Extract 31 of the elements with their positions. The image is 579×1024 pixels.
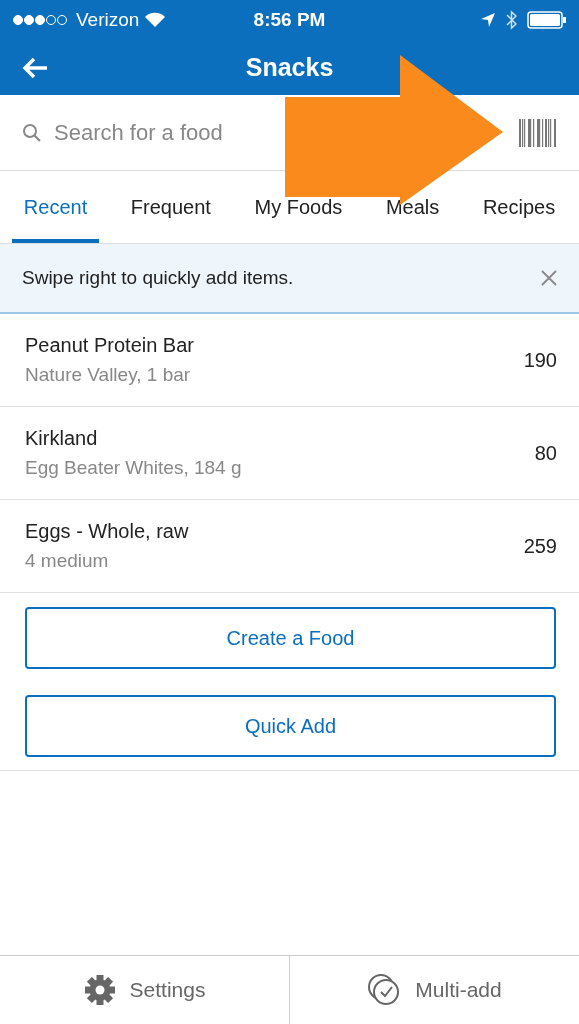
calorie-count: 80 xyxy=(534,441,557,465)
close-icon[interactable] xyxy=(541,270,557,286)
location-icon xyxy=(480,12,496,28)
wifi-icon xyxy=(145,12,166,28)
food-name: Peanut Protein Bar xyxy=(25,334,194,357)
banner-text: Swipe right to quickly add items. xyxy=(22,267,294,289)
back-arrow-icon[interactable] xyxy=(22,56,48,79)
food-detail: 4 medium xyxy=(25,550,110,572)
food-detail: Nature Valley, 1 bar xyxy=(25,364,192,386)
calorie-count: 190 xyxy=(523,348,557,372)
carrier-name: Verizon xyxy=(76,9,140,31)
food-detail: Egg Beater Whites, 184 g xyxy=(25,457,242,479)
gear-icon xyxy=(83,974,116,1006)
battery-icon xyxy=(527,11,567,29)
settings-button[interactable]: Settings xyxy=(0,956,289,1024)
multi-check-icon xyxy=(367,973,402,1007)
multi-add-button[interactable]: Multi-add xyxy=(289,956,579,1024)
action-button[interactable]: Quick Add xyxy=(25,695,556,757)
food-name: Eggs - Whole, raw xyxy=(25,520,189,543)
food-name: Kirkland xyxy=(25,427,99,450)
clock-time: 8:56 PM xyxy=(253,9,326,30)
action-button[interactable]: Create a Food xyxy=(25,607,556,669)
page-title: Snacks xyxy=(245,53,334,81)
search-field[interactable]: Search for a food xyxy=(52,118,509,147)
tab[interactable]: Frequent xyxy=(118,171,223,243)
barcode-icon[interactable] xyxy=(519,118,557,147)
search-icon xyxy=(22,122,42,143)
signal-icon xyxy=(12,12,70,28)
calorie-count: 259 xyxy=(523,534,557,558)
tab[interactable]: Recipes xyxy=(470,171,568,243)
bluetooth-icon xyxy=(506,10,517,30)
